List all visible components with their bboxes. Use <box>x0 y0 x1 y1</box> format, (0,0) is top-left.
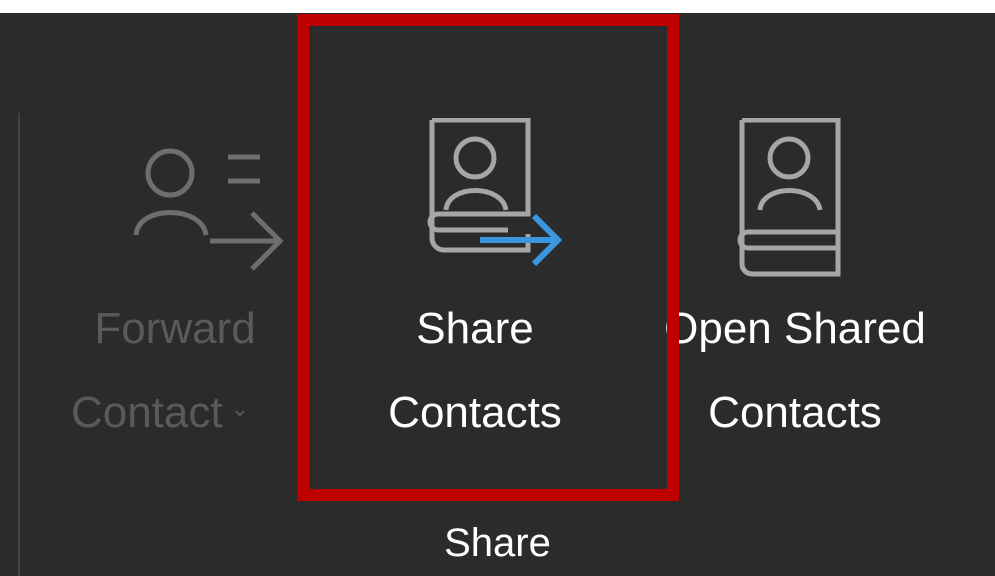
address-book-icon <box>737 118 841 277</box>
open-shared-contacts-label-line1: Open Shared <box>664 304 926 353</box>
open-shared-contacts-label-line2: Contacts <box>708 388 882 437</box>
group-separator <box>18 113 20 576</box>
forward-contact-label-text: Contact <box>70 388 223 437</box>
person-forward-icon <box>133 148 284 271</box>
forward-contact-label-line1: Forward <box>94 304 256 353</box>
share-contacts-label-line1: Share <box>416 304 534 353</box>
ribbon-share-group: Forward Contact ⌄ Share Contacts Open Sh… <box>0 13 995 576</box>
group-label-share: Share <box>444 521 551 565</box>
share-address-book-icon <box>427 118 563 267</box>
share-contacts-label-line2: Contacts <box>388 388 562 437</box>
forward-contact-button[interactable]: Forward Contact ⌄ <box>60 13 340 513</box>
forward-contact-label-line2: Contact ⌄ <box>20 391 300 435</box>
chevron-down-icon[interactable]: ⌄ <box>231 396 249 421</box>
share-contacts-button[interactable]: Share Contacts <box>340 13 610 513</box>
open-shared-contacts-button[interactable]: Open Shared Contacts <box>610 13 980 513</box>
